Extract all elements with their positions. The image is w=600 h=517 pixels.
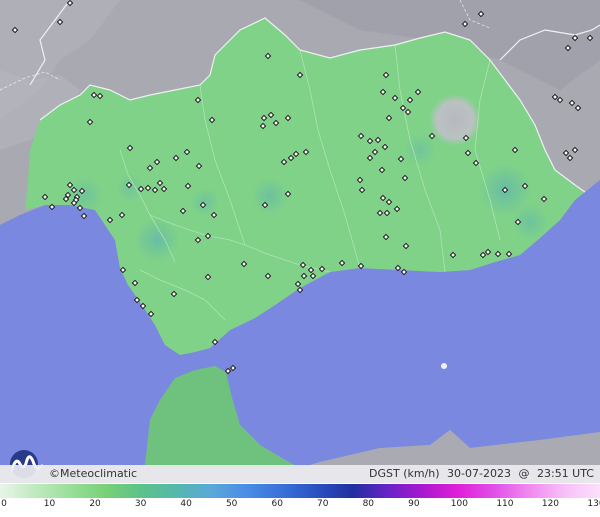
scale-tick-40: 40 <box>180 499 192 509</box>
scale-tick-20: 20 <box>89 499 101 509</box>
scale-tick-0: 0 <box>1 499 7 509</box>
scale-tick-60: 60 <box>271 499 283 509</box>
map-canvas <box>0 0 600 517</box>
scale-tick-70: 70 <box>317 499 329 509</box>
scale-tick-30: 30 <box>134 499 147 509</box>
scale-tick-90: 90 <box>408 499 420 509</box>
scale-tick-10: 10 <box>43 499 56 509</box>
at-symbol: @ <box>518 467 530 480</box>
scale-tick-110: 110 <box>496 499 514 509</box>
color-scale-labels: 0 10 20 30 40 50 60 70 80 90 100 110 120 130 <box>0 499 600 515</box>
scale-tick-50: 50 <box>225 499 238 509</box>
wind-gust-map <box>0 0 600 517</box>
info-bar: ©Meteoclimatic DGST (km/h) 30-07-2023 @ … <box>0 465 600 483</box>
color-scale: 0 10 20 30 40 50 60 70 80 90 100 110 120 130 <box>0 483 600 517</box>
copyright-symbol: © <box>49 467 60 480</box>
color-scale-bar <box>0 484 600 498</box>
alboran-island <box>441 363 447 369</box>
high-gust-area <box>429 94 481 146</box>
map-caption: DGST (km/h) 30-07-2023 @ 23:51 UTC <box>365 465 594 483</box>
time-label: 23:51 UTC <box>536 467 594 480</box>
brand-name: Meteoclimatic <box>60 467 138 480</box>
brand-credit: ©Meteoclimatic <box>49 465 137 483</box>
scale-tick-130: 130 <box>587 499 600 509</box>
scale-tick-80: 80 <box>362 499 375 509</box>
scale-tick-120: 120 <box>541 499 560 509</box>
scale-tick-100: 100 <box>450 499 468 509</box>
date-label: 30-07-2023 <box>447 467 511 480</box>
variable-label: DGST (km/h) <box>369 467 440 480</box>
